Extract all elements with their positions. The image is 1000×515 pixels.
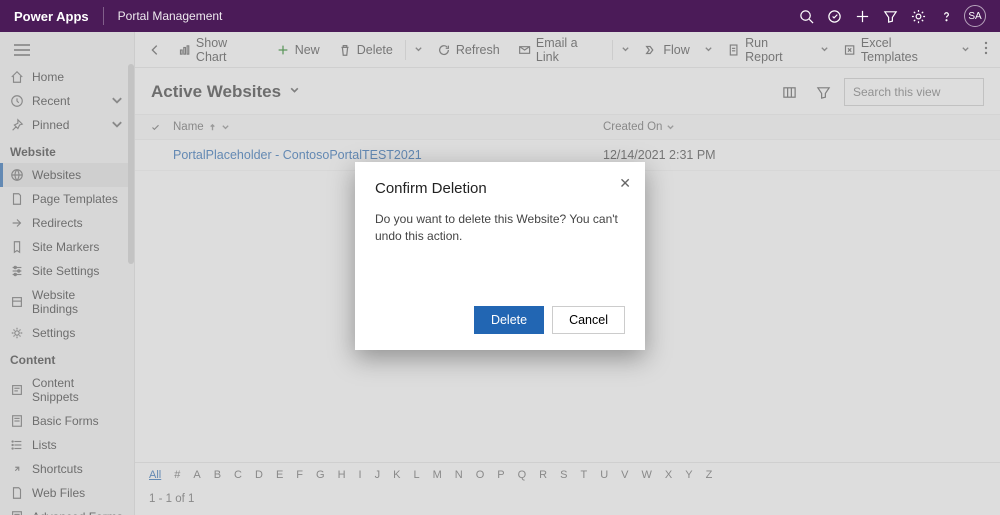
dialog-title: Confirm Deletion xyxy=(375,180,625,197)
portal-label: Portal Management xyxy=(118,9,223,23)
brand-label: Power Apps xyxy=(14,9,89,24)
dialog-body: Do you want to delete this Website? You … xyxy=(375,211,625,246)
settings-icon[interactable] xyxy=(904,0,932,32)
avatar-initials: SA xyxy=(968,11,981,22)
dialog-delete-button[interactable]: Delete xyxy=(474,306,544,334)
help-icon[interactable] xyxy=(932,0,960,32)
confirm-dialog: Confirm Deletion ✕ Do you want to delete… xyxy=(355,162,645,350)
topbar-divider xyxy=(103,7,104,25)
dialog-cancel-button[interactable]: Cancel xyxy=(552,306,625,334)
modal-overlay: Confirm Deletion ✕ Do you want to delete… xyxy=(0,32,1000,515)
user-avatar[interactable]: SA xyxy=(964,5,986,27)
search-icon[interactable] xyxy=(792,0,820,32)
add-icon[interactable] xyxy=(848,0,876,32)
top-bar: Power Apps Portal Management SA xyxy=(0,0,1000,32)
close-icon[interactable]: ✕ xyxy=(619,176,631,190)
task-icon[interactable] xyxy=(820,0,848,32)
filter-icon[interactable] xyxy=(876,0,904,32)
